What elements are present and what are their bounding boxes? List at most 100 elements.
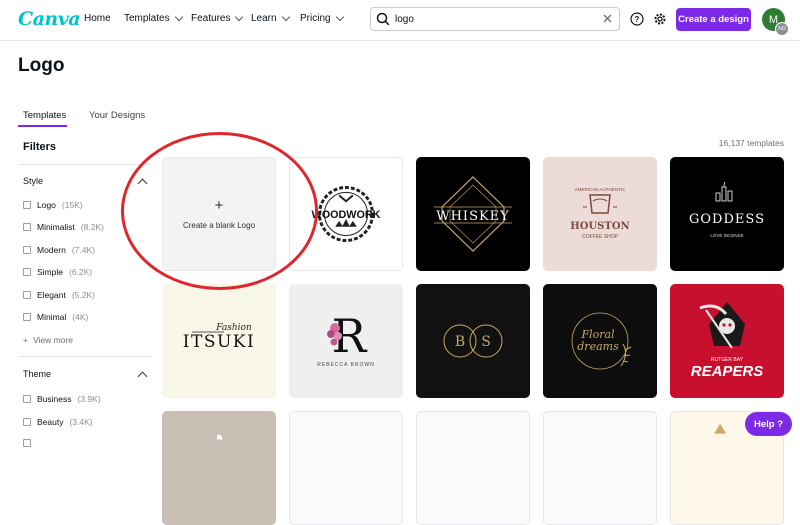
divider bbox=[18, 356, 151, 357]
theme-section-toggle[interactable]: Theme bbox=[23, 369, 51, 379]
checkbox[interactable] bbox=[23, 418, 31, 426]
template-card-itsuki[interactable]: Fashion ITSUKI bbox=[162, 284, 276, 398]
filter-style-modern[interactable]: Modern (7.4K) bbox=[23, 245, 95, 255]
nav-features-label: Features bbox=[191, 13, 231, 24]
floral-logo-art: Floral dreams bbox=[571, 312, 632, 370]
checkbox[interactable] bbox=[23, 313, 31, 321]
filter-label: Minimalist bbox=[37, 222, 75, 232]
svg-text:?: ? bbox=[635, 15, 640, 24]
rebecca-text: REBECCA BROWN bbox=[317, 362, 374, 368]
divider bbox=[18, 164, 151, 165]
reapers-logo-art: RUTGER BAY REAPERS bbox=[691, 302, 764, 380]
chevron-down-icon bbox=[335, 12, 344, 22]
template-card-partial[interactable] bbox=[162, 411, 276, 525]
top-nav: Canva Home Templates Features Learn Pric… bbox=[0, 0, 800, 41]
itsuki-logo-art: Fashion ITSUKI bbox=[183, 323, 254, 352]
bs-right-letter: S bbox=[481, 334, 491, 350]
filter-label: Logo bbox=[37, 200, 56, 210]
checkbox[interactable] bbox=[23, 268, 31, 276]
checkbox[interactable] bbox=[23, 201, 31, 209]
view-more-button[interactable]: + View more bbox=[23, 335, 73, 345]
filter-theme-business[interactable]: Business (3.9K) bbox=[23, 394, 101, 404]
filter-label: Modern bbox=[37, 245, 66, 255]
checkbox[interactable] bbox=[23, 246, 31, 254]
woodwork-text: WOODWORK bbox=[312, 209, 381, 221]
tab-your-designs[interactable]: Your Designs bbox=[89, 110, 145, 121]
checkbox[interactable] bbox=[23, 395, 31, 403]
filter-theme-beauty[interactable]: Beauty (3.4K) bbox=[23, 417, 93, 427]
create-blank-logo-card[interactable]: + Create a blank Logo bbox=[162, 157, 276, 271]
filter-count: (7.4K) bbox=[71, 245, 95, 255]
filter-style-simple[interactable]: Simple (6.2K) bbox=[23, 267, 92, 277]
nav-templates[interactable]: Templates bbox=[124, 12, 183, 24]
tab-templates[interactable]: Templates bbox=[23, 110, 66, 121]
template-card-reapers[interactable]: RUTGER BAY REAPERS bbox=[670, 284, 784, 398]
nav-learn-label: Learn bbox=[251, 13, 277, 24]
search-input[interactable] bbox=[395, 13, 597, 25]
create-blank-label: Create a blank Logo bbox=[182, 221, 256, 230]
chevron-down-icon bbox=[235, 12, 244, 22]
style-section-toggle[interactable]: Style bbox=[23, 176, 43, 186]
nav-home-label: Home bbox=[84, 13, 111, 24]
nav-home[interactable]: Home bbox=[84, 13, 111, 24]
template-count: 16,137 templates bbox=[718, 138, 784, 148]
template-card-partial[interactable] bbox=[289, 411, 403, 525]
filter-count: (6.2K) bbox=[68, 267, 93, 277]
nav-learn[interactable]: Learn bbox=[251, 12, 290, 24]
filter-style-minimalist[interactable]: Minimalist (8.2K) bbox=[23, 222, 104, 232]
template-card-bs[interactable]: B S bbox=[416, 284, 530, 398]
create-design-button[interactable]: Create a design bbox=[676, 8, 751, 31]
chevron-up-icon[interactable] bbox=[137, 178, 148, 189]
gear-icon[interactable] bbox=[651, 10, 669, 28]
whiskey-text: WHISKEY bbox=[436, 209, 510, 224]
filter-style-elegant[interactable]: Elegant (5.2K) bbox=[23, 290, 95, 300]
filter-theme-next[interactable] bbox=[23, 439, 31, 447]
chevron-up-icon[interactable] bbox=[137, 371, 148, 382]
filter-count: (15K) bbox=[61, 200, 83, 210]
canva-logo[interactable]: Canva bbox=[18, 8, 81, 30]
template-card-whiskey[interactable]: WHISKEY bbox=[416, 157, 530, 271]
filter-style-minimal[interactable]: Minimal (4K) bbox=[23, 312, 88, 322]
houston-logo-art: AMERICAN AUTHENTIC HOUSTON COFFEE SHOP bbox=[570, 187, 629, 240]
nav-pricing-label: Pricing bbox=[300, 13, 331, 24]
partial-logo-art bbox=[217, 434, 223, 441]
houston-text: HOUSTON bbox=[570, 221, 629, 232]
filter-label: Elegant bbox=[37, 290, 66, 300]
filter-count: (4K) bbox=[72, 312, 89, 322]
nav-pricing[interactable]: Pricing bbox=[300, 12, 344, 24]
filter-style-logo[interactable]: Logo (15K) bbox=[23, 200, 83, 210]
whiskey-logo-art: WHISKEY bbox=[434, 176, 512, 252]
page-title: Logo bbox=[18, 55, 65, 76]
rebecca-logo-art: R REBECCA BROWN bbox=[317, 309, 374, 368]
template-card-partial[interactable] bbox=[543, 411, 657, 525]
filter-label: Simple bbox=[37, 267, 63, 277]
template-card-houston[interactable]: AMERICAN AUTHENTIC HOUSTON COFFEE SHOP bbox=[543, 157, 657, 271]
nav-features[interactable]: Features bbox=[191, 12, 244, 24]
filters-heading: Filters bbox=[23, 141, 57, 153]
plus-icon: + bbox=[23, 335, 28, 345]
goddess-text: GODDESS bbox=[689, 212, 765, 227]
template-card-woodwork[interactable]: WOODWORK bbox=[289, 157, 403, 271]
reapers-text: REAPERS bbox=[691, 363, 764, 380]
help-circle-icon[interactable]: ? bbox=[628, 10, 646, 28]
goddess-logo-art: GODDESS LOVE INCENSE bbox=[689, 181, 765, 238]
houston-sub-text: COFFEE SHOP bbox=[582, 234, 619, 240]
checkbox[interactable] bbox=[23, 223, 31, 231]
template-card-rebecca[interactable]: R REBECCA BROWN bbox=[289, 284, 403, 398]
filter-label: Business bbox=[37, 394, 72, 404]
template-card-floral[interactable]: Floral dreams bbox=[543, 284, 657, 398]
filter-count: (3.9K) bbox=[77, 394, 101, 404]
help-button[interactable]: Help ? bbox=[745, 412, 792, 436]
woodwork-logo-art: WOODWORK bbox=[312, 186, 381, 242]
template-card-goddess[interactable]: GODDESS LOVE INCENSE bbox=[670, 157, 784, 271]
goddess-sub-text: LOVE INCENSE bbox=[710, 233, 743, 238]
checkbox[interactable] bbox=[23, 439, 31, 447]
active-tab-indicator bbox=[18, 125, 67, 127]
floral-text-2: dreams bbox=[577, 340, 619, 353]
close-icon[interactable] bbox=[597, 8, 619, 30]
bs-logo-art: B S bbox=[443, 324, 503, 358]
chevron-down-icon bbox=[281, 12, 290, 22]
template-card-partial[interactable] bbox=[416, 411, 530, 525]
checkbox[interactable] bbox=[23, 291, 31, 299]
chevron-down-icon bbox=[174, 12, 183, 22]
